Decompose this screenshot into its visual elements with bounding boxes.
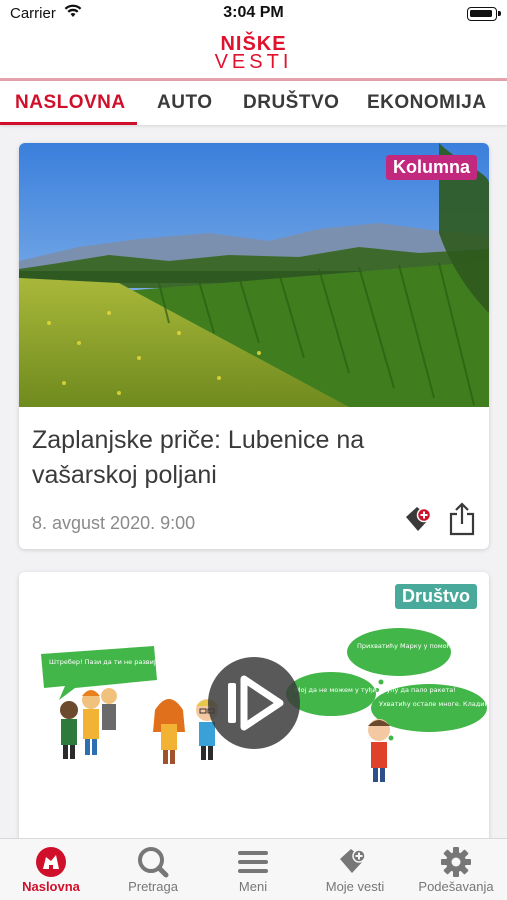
video-play-button[interactable] (208, 657, 300, 749)
search-icon (138, 847, 169, 878)
menu-icon (238, 851, 268, 873)
tab-ekonomija[interactable]: EKONOMIJA (367, 92, 487, 114)
bookmark-add-icon[interactable] (402, 503, 436, 537)
status-bar: Carrier 3:04 PM (0, 0, 507, 28)
status-time: 3:04 PM (223, 4, 284, 21)
category-badge: Kolumna (385, 155, 477, 180)
battery-icon (467, 7, 501, 21)
app-logo[interactable]: NIŠKE VESTI (0, 34, 507, 72)
article-card[interactable]: Kolumna Zaplanjske priče: Lubenice na va… (19, 143, 489, 549)
home-logo-icon (36, 847, 66, 877)
article-image (19, 143, 489, 407)
tabbar-item-pretraga[interactable]: Pretraga (108, 845, 198, 894)
article-card[interactable]: Штребер! Пази да ти не развијем тегле! М… (19, 572, 489, 862)
tabbar-label: Meni (238, 879, 268, 894)
tab-naslovna[interactable]: NASLOVNA (15, 92, 126, 114)
gear-icon (441, 847, 471, 877)
category-tabs: NASLOVNA AUTO DRUŠTVO EKONOMIJA (0, 81, 507, 125)
bubble-text: Прихватићу Марку у помоћ, роба ће Шанету… (357, 642, 489, 650)
article-title[interactable]: Zaplanjske priče: Lubenice na vašarskoj … (32, 423, 472, 493)
tabbar-label: Podešavanja (418, 879, 494, 894)
article-date: 8. avgust 2020. 9:00 (32, 513, 196, 533)
bubble-text: Мој да не можем у туђи групу да пало рак… (295, 686, 456, 694)
tabbar-label: Pretraga (128, 879, 178, 894)
tabbar-item-naslovna[interactable]: Naslovna (6, 845, 96, 894)
app-header: NIŠKE VESTI (0, 28, 507, 78)
share-icon[interactable] (447, 501, 477, 537)
category-badge: Društvo (394, 584, 477, 609)
tab-auto[interactable]: AUTO (157, 92, 212, 114)
play-icon (228, 675, 284, 731)
active-tab-indicator (0, 122, 137, 125)
bubble-text: Штребер! Пази да ти не развијем тегле! (49, 658, 189, 666)
tabbar-item-podesavanja[interactable]: Podešavanja (411, 845, 501, 894)
bubble-text: Ухватићу остале многе. Кладим се да може… (379, 700, 489, 708)
tabbar-label: Moje vesti (325, 879, 385, 894)
bottom-tab-bar: Naslovna Pretraga Meni Moje vesti Podeša… (0, 838, 507, 900)
bookmark-add-icon (340, 849, 366, 873)
tabbar-label: Naslovna (22, 879, 80, 894)
tab-drustvo[interactable]: DRUŠTVO (243, 92, 339, 114)
tabbar-item-meni[interactable]: Meni (208, 845, 298, 894)
tabbar-item-moje-vesti[interactable]: Moje vesti (310, 845, 400, 894)
logo-line-2: VESTI (214, 51, 293, 73)
